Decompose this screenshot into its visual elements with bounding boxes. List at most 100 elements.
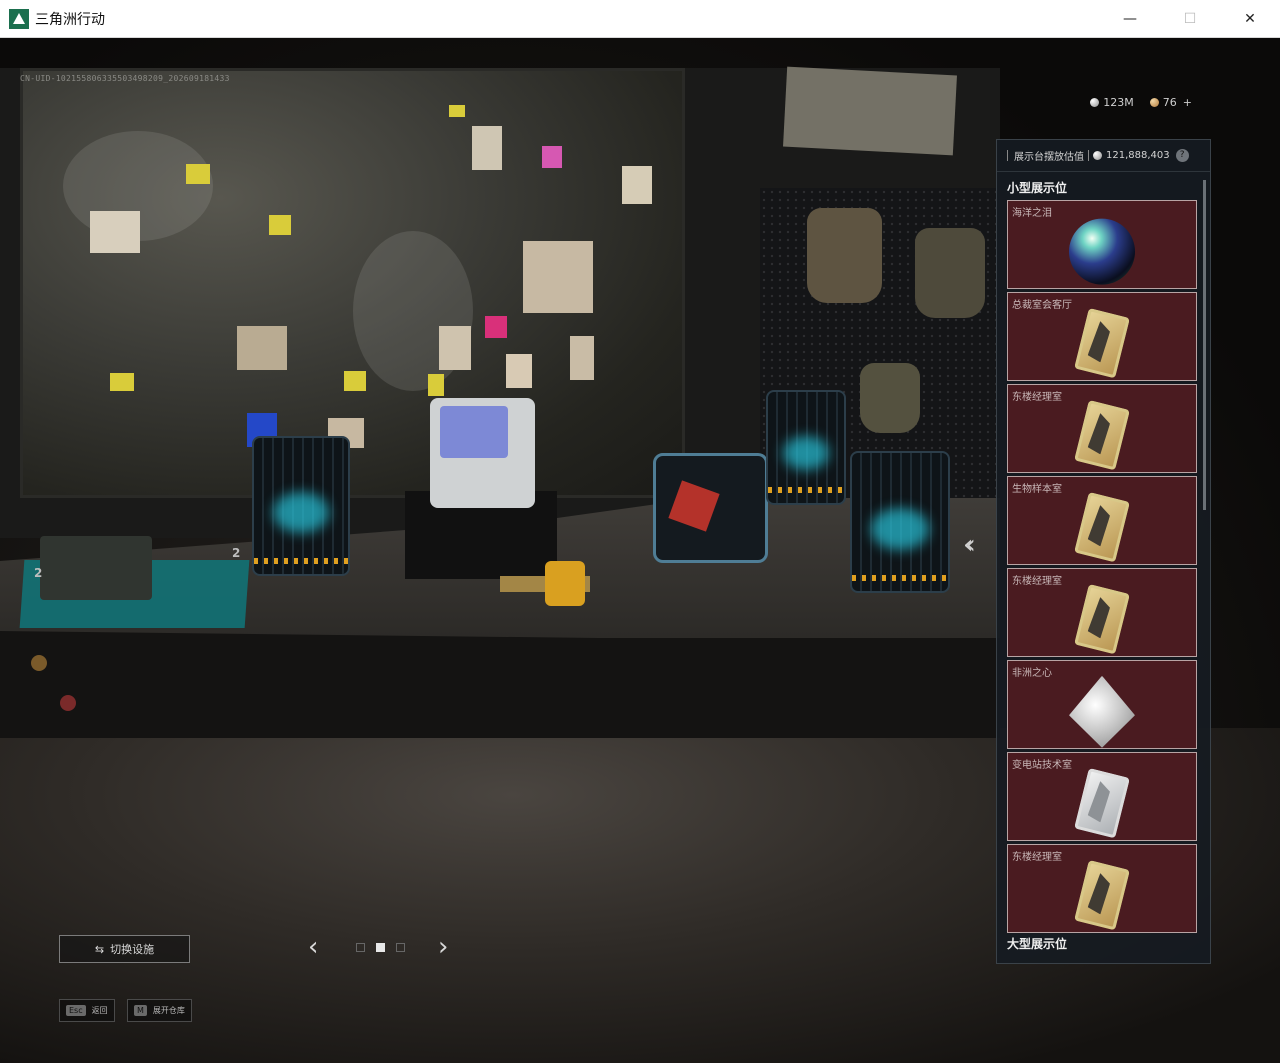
slot-label: 生物样本室	[1012, 484, 1062, 495]
generator-frame[interactable]	[653, 453, 768, 563]
help-icon[interactable]: ?	[1175, 149, 1189, 162]
slot-3[interactable]: 生物样本室	[1007, 476, 1197, 565]
case-lights	[852, 575, 948, 581]
panel-scrollbar[interactable]	[1203, 180, 1206, 510]
display-case-left[interactable]	[252, 436, 350, 576]
estimate-value: 121,888,403	[1106, 150, 1170, 161]
wall-poster	[783, 66, 957, 156]
sticky-note	[428, 374, 444, 396]
panel-header: 展示台摆放估值 121,888,403 ?	[997, 140, 1210, 172]
photo	[472, 126, 502, 170]
diamond-item-icon	[1069, 675, 1135, 748]
photo	[90, 211, 140, 253]
swap-icon: ⇆	[94, 942, 105, 956]
large-section-title: 大型展示位	[1007, 937, 1068, 951]
page-dot[interactable]	[396, 943, 405, 952]
keycard-gold-icon	[1074, 399, 1130, 470]
page-dot-active[interactable]	[376, 943, 385, 952]
next-page-button[interactable]: ›	[438, 933, 448, 961]
desk-badge-icon	[31, 655, 47, 671]
maximize-button[interactable]: ☐	[1160, 0, 1220, 38]
sticky-note	[344, 371, 366, 391]
generator-core	[668, 480, 720, 532]
display-case-right[interactable]	[850, 451, 950, 593]
map-board	[20, 68, 685, 498]
collapse-panel-button[interactable]: ‹‹	[963, 530, 975, 560]
armor-vest[interactable]	[915, 228, 985, 318]
case-glow	[783, 436, 829, 470]
hotkey-back-label: 返回	[91, 1006, 108, 1015]
slot-label: 总裁室会客厅	[1012, 300, 1072, 311]
slot-7[interactable]: 东楼经理室	[1007, 844, 1197, 933]
sticky-note	[542, 146, 562, 168]
small-section-title: 小型展示位	[1007, 181, 1068, 195]
currency-bar: 123M 76 +	[1090, 96, 1192, 109]
player-uid: CN-UID-1021558063355034982​09_2026091814…	[20, 74, 230, 83]
sticky-note	[186, 164, 210, 184]
keycard-silver-icon	[1074, 767, 1130, 838]
retro-computer[interactable]	[430, 398, 535, 508]
desk-marker-mid: 2	[232, 546, 241, 560]
currency-silver: 123M	[1090, 96, 1134, 109]
slot-4[interactable]: 东楼经理室	[1007, 568, 1197, 657]
case-glow	[272, 492, 330, 534]
display-case-back[interactable]	[766, 390, 846, 505]
close-button[interactable]: ✕	[1220, 0, 1280, 38]
sticky-note	[485, 316, 507, 338]
gold-coin-icon	[1149, 98, 1159, 107]
silver-coin-icon	[1090, 98, 1100, 107]
switch-facility-button[interactable]: ⇆ 切换设施	[59, 935, 190, 963]
keycard-gold-icon	[1074, 583, 1130, 654]
slot-2[interactable]: 东楼经理室	[1007, 384, 1197, 473]
hotkey-warehouse-label: 展开仓库	[152, 1006, 185, 1015]
m-key: M	[134, 1005, 147, 1016]
silver-coin-icon	[1093, 151, 1102, 160]
slot-label: 东楼经理室	[1012, 392, 1062, 403]
desk-badge-icon	[60, 695, 76, 711]
game-scene[interactable]: 2 2 CN-UID-1021558063355034982​09_202609…	[0, 38, 1280, 1063]
window-controls: — ☐ ✕	[1100, 0, 1280, 38]
slot-label: 东楼经理室	[1012, 852, 1062, 863]
sticky-note	[449, 105, 465, 117]
prev-page-button[interactable]: ‹	[308, 933, 318, 961]
photo	[570, 336, 594, 380]
slot-1[interactable]: 总裁室会客厅	[1007, 292, 1197, 381]
switch-facility-label: 切换设施	[110, 943, 155, 956]
currency-silver-value: 123M	[1103, 96, 1134, 109]
estimate-label: 展示台摆放估值	[1014, 152, 1084, 163]
photo	[506, 354, 532, 388]
desk-front	[0, 628, 1000, 738]
slot-label: 非洲之心	[1012, 668, 1052, 679]
esc-key: Esc	[66, 1005, 86, 1016]
page-dot[interactable]	[356, 943, 365, 952]
backpack[interactable]	[860, 363, 920, 433]
computer-screen	[440, 406, 508, 458]
minimize-button[interactable]: —	[1100, 0, 1160, 38]
pearl-item-icon	[1069, 218, 1135, 285]
window-titlebar: 三角洲行动 — ☐ ✕	[0, 0, 1280, 38]
hotkey-warehouse[interactable]: M 展开仓库	[127, 999, 192, 1022]
hotkey-back[interactable]: Esc 返回	[59, 999, 115, 1022]
currency-gold-value: 76	[1162, 96, 1177, 109]
facility-pager: ‹ ›	[305, 933, 465, 963]
sticky-note	[110, 373, 134, 391]
divider	[1007, 150, 1008, 161]
slot-0[interactable]: 海洋之泪	[1007, 200, 1197, 289]
slot-5[interactable]: 非洲之心	[1007, 660, 1197, 749]
photo	[237, 326, 287, 370]
slot-label: 东楼经理室	[1012, 576, 1062, 587]
app-logo-icon	[9, 8, 29, 29]
window-title: 三角洲行动	[35, 11, 105, 28]
add-currency-button[interactable]: +	[1183, 96, 1192, 109]
case-glow	[871, 508, 929, 550]
typewriter[interactable]	[40, 536, 152, 600]
slot-label: 海洋之泪	[1012, 208, 1052, 219]
currency-gold: 76 +	[1149, 96, 1192, 109]
slot-label: 变电站技术室	[1012, 760, 1072, 771]
showcase-panel: 展示台摆放估值 121,888,403 ? 小型展示位 海洋之泪 总裁室会客厅 …	[996, 139, 1211, 964]
power-drill[interactable]	[545, 561, 585, 606]
case-lights	[254, 558, 348, 564]
armor-vest[interactable]	[807, 208, 882, 303]
slot-6[interactable]: 变电站技术室	[1007, 752, 1197, 841]
divider	[1088, 150, 1089, 161]
